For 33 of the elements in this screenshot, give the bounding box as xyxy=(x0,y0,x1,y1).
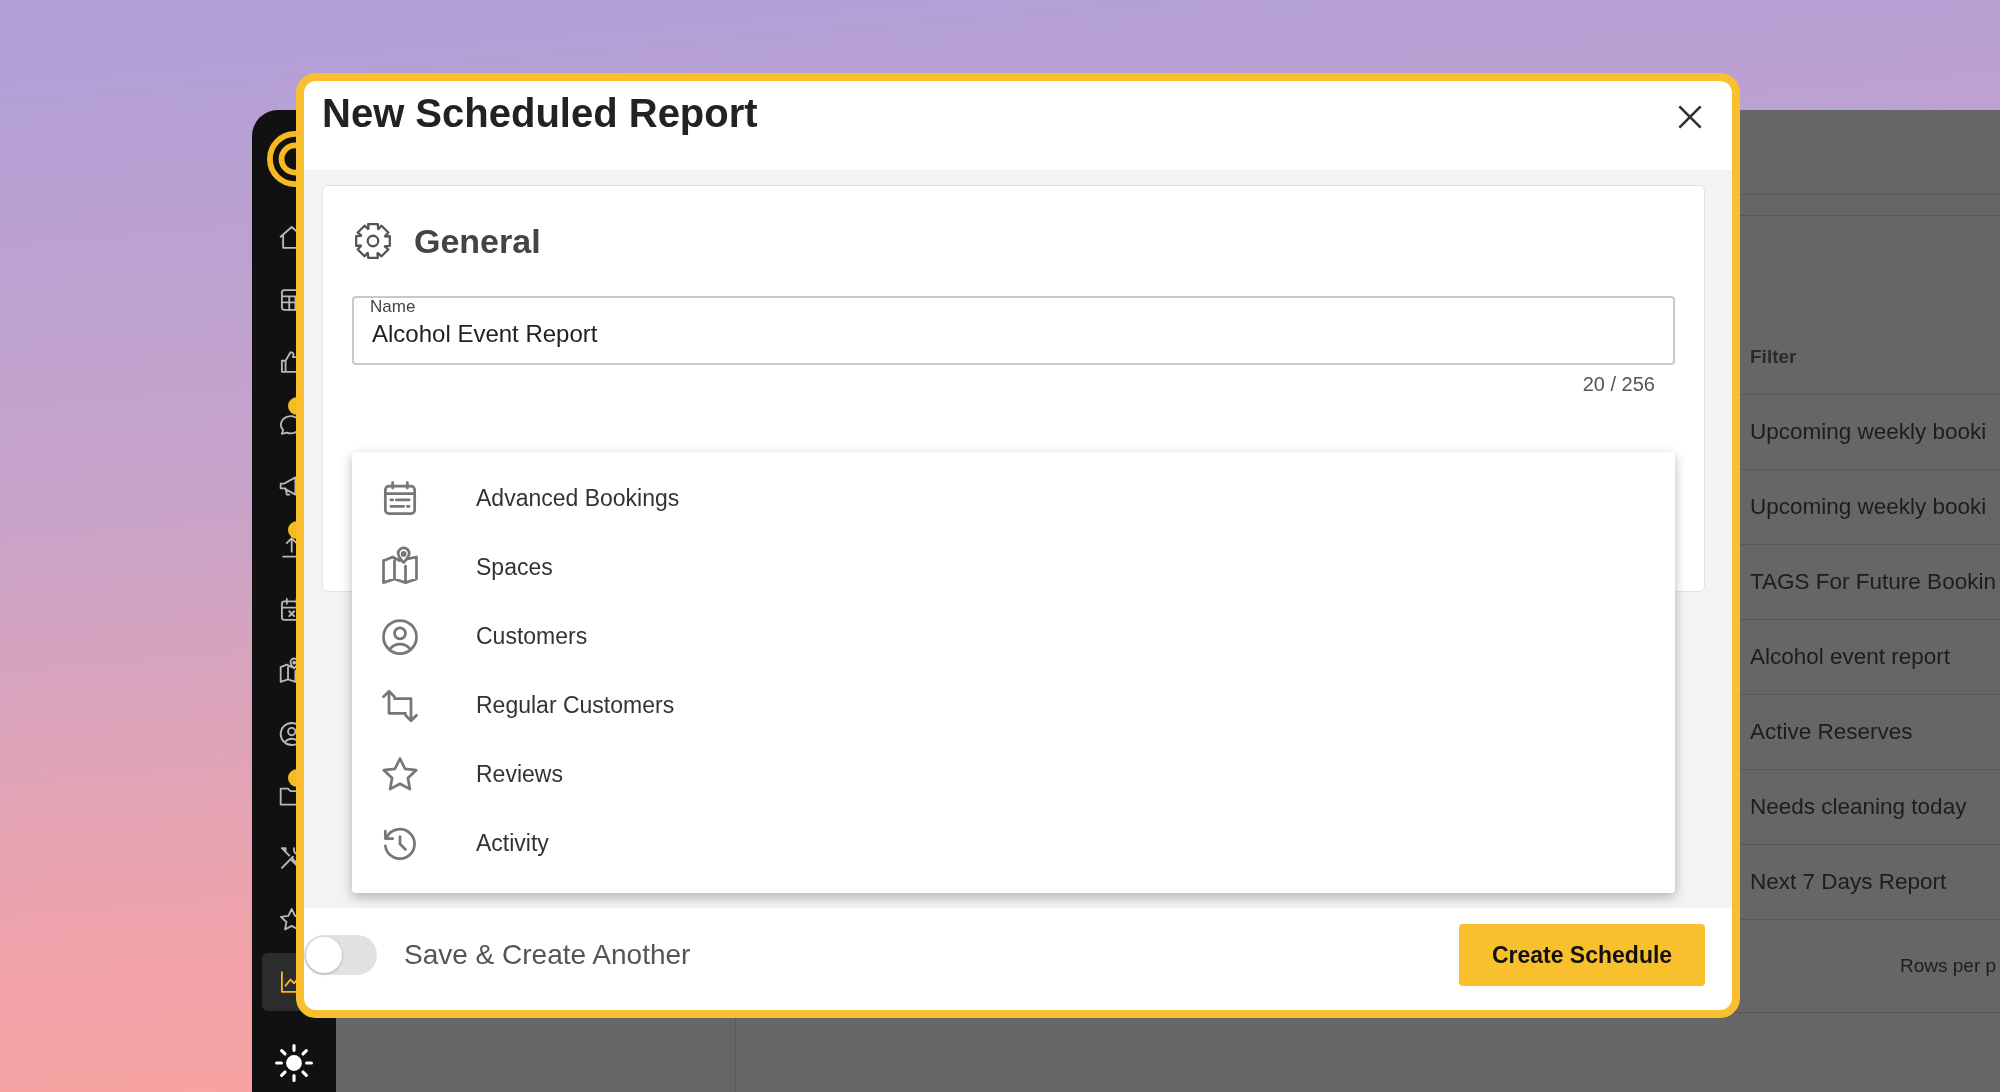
menu-item[interactable]: Customers xyxy=(352,602,1675,671)
sun-icon[interactable] xyxy=(275,1044,313,1082)
user-icon xyxy=(277,719,296,749)
menu-item-label: Activity xyxy=(476,830,549,857)
menu-item[interactable]: Regular Customers xyxy=(352,671,1675,740)
menu-item-label: Regular Customers xyxy=(476,692,675,719)
table-cell: Needs cleaning today xyxy=(1750,794,1967,820)
section-title: General xyxy=(414,221,541,261)
rows-per-page-label: Rows per p xyxy=(1900,955,1997,977)
table-cell: Next 7 Days Report xyxy=(1750,869,1947,895)
dialog-title: New Scheduled Report xyxy=(322,91,758,136)
menu-item-label: Advanced Bookings xyxy=(476,485,680,512)
create-schedule-button[interactable]: Create Schedule xyxy=(1459,924,1705,986)
field-value: Alcohol Event Report xyxy=(372,318,598,348)
menu-item-label: Reviews xyxy=(476,761,563,788)
table-cell: Active Reserves xyxy=(1750,719,1913,745)
settings-icon xyxy=(352,220,394,262)
menu-item[interactable]: Reviews xyxy=(352,740,1675,809)
menu-item-label: Customers xyxy=(476,623,588,650)
menu-item[interactable]: Activity xyxy=(352,809,1675,878)
table-cell: Upcoming weekly booki xyxy=(1750,494,1987,520)
toggle-switch[interactable] xyxy=(304,935,377,975)
menu-item[interactable]: Advanced Bookings xyxy=(352,464,1675,533)
table-cell: TAGS For Future Bookin xyxy=(1750,569,1996,595)
column-header: Filter xyxy=(1750,346,1797,368)
menu-item-label: Spaces xyxy=(476,554,553,581)
table-cell: Upcoming weekly booki xyxy=(1750,419,1987,445)
character-counter: 20 / 256 xyxy=(1582,373,1655,396)
logo-icon xyxy=(266,129,298,188)
menu-item[interactable]: Spaces xyxy=(352,533,1675,602)
toggle-label: Save & Create Another xyxy=(404,939,691,971)
table-cell: Alcohol event report xyxy=(1750,644,1951,670)
name-field[interactable]: Name Alcohol Event Report xyxy=(352,296,1675,365)
